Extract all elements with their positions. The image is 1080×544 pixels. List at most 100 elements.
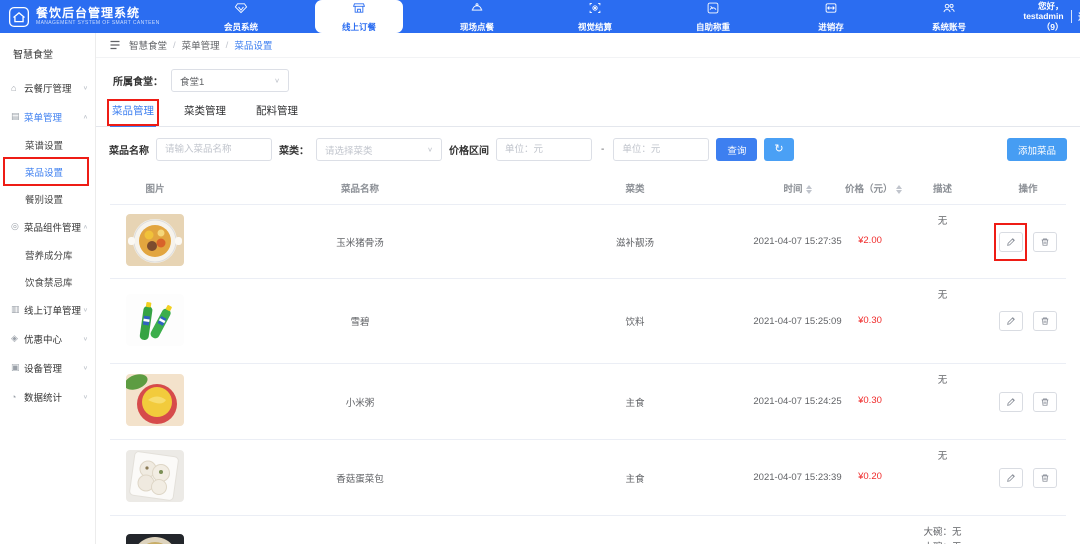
main-content: 智慧食堂 / 菜单管理 / 菜品设置 所属食堂： 食堂1 ∨ 菜品管理 菜类管理… <box>96 33 1080 544</box>
sidebar-item-diet-taboo-library[interactable]: 饮食禁忌库 <box>0 268 95 295</box>
dish-time: 2021-04-07 15:21:58 <box>750 516 845 544</box>
collapse-menu-icon[interactable] <box>109 39 121 51</box>
sidebar-item-device-mgmt[interactable]: ▣ 设备管理 ∨ <box>0 353 95 382</box>
top-header: 餐饮后台管理系统 MANAGEMENT SYSTEM OF SMART CANT… <box>0 0 1080 33</box>
table-header-row: 图片 菜品名称 菜类 时间 价格（元） 描述 操作 <box>110 173 1066 205</box>
discount-icon: ◈ <box>11 333 24 344</box>
dish-name: 小米粥 <box>200 364 520 440</box>
nav-membership[interactable]: 会员系统 <box>197 0 285 33</box>
price-max-input[interactable] <box>613 138 709 161</box>
chevron-down-icon: ∨ <box>427 146 433 153</box>
dish-price: ¥0.20 <box>845 440 895 516</box>
nav-onsite-ordering[interactable]: 现场点餐 <box>433 0 521 33</box>
price-range-label: 价格区间 <box>449 142 489 157</box>
components-icon: ◎ <box>11 221 24 232</box>
dish-time: 2021-04-07 15:23:39 <box>750 440 845 516</box>
delete-button[interactable] <box>1033 468 1057 488</box>
category-select[interactable]: 请选择菜类 ∨ <box>316 138 442 161</box>
sidebar: 智慧食堂 ⌂ 云餐厅管理 ∨ ▤ 菜单管理 ∧ 菜谱设置 菜品设置 餐别设置 ◎… <box>0 33 96 544</box>
search-button[interactable]: 查询 <box>716 138 757 161</box>
dish-name-label: 菜品名称 <box>109 142 149 157</box>
dish-image-steamed-buns[interactable] <box>126 450 184 502</box>
dish-price: ¥0.30 <box>845 279 895 364</box>
dish-desc: 大碗：无小碗：无 <box>895 516 990 544</box>
col-price: 价格（元） <box>845 173 895 205</box>
filter-bar: 菜品名称 菜类： 请选择菜类 ∨ 价格区间 - 查询 ↻ 添加菜品 <box>96 127 1080 171</box>
tab-category-mgmt[interactable]: 菜类管理 <box>182 101 228 126</box>
dish-price: ¥0.30 <box>845 364 895 440</box>
edit-button[interactable] <box>999 311 1023 331</box>
sort-time-icon[interactable] <box>806 185 812 194</box>
tab-ingredient-mgmt[interactable]: 配料管理 <box>254 101 300 126</box>
col-time: 时间 <box>750 173 845 205</box>
breadcrumb-current: 菜品设置 <box>234 38 272 52</box>
delete-button[interactable] <box>1033 311 1057 331</box>
sidebar-item-online-orders[interactable]: ▥ 线上订单管理 ∨ <box>0 295 95 324</box>
sidebar-item-menu-mgmt[interactable]: ▤ 菜单管理 ∧ <box>0 102 95 131</box>
nav-vision-checkout[interactable]: 视觉结算 <box>551 0 639 33</box>
col-image: 图片 <box>110 173 200 205</box>
nav-inventory[interactable]: 进销存 <box>787 0 875 33</box>
app-window: 餐饮后台管理系统 MANAGEMENT SYSTEM OF SMART CANT… <box>0 0 1080 544</box>
edit-button[interactable] <box>999 232 1023 252</box>
user-greeting-badge: （9） <box>1042 22 1064 32</box>
refresh-icon: ↻ <box>774 143 783 155</box>
delete-button[interactable] <box>1033 392 1057 412</box>
table-row: 香菇蛋菜包 主食 2021-04-07 15:23:39 ¥0.20 无 <box>110 440 1066 516</box>
col-dish-name: 菜品名称 <box>200 173 520 205</box>
add-dish-button[interactable]: 添加菜品 <box>1007 138 1067 161</box>
sidebar-item-data-stats[interactable]: ◔ 数据统计 ∨ <box>0 382 95 411</box>
canteen-logo-icon <box>8 6 30 28</box>
edit-button[interactable] <box>999 468 1023 488</box>
cloud-canteen-icon: ⌂ <box>11 83 24 93</box>
refresh-button[interactable]: ↻ <box>764 138 793 161</box>
dish-time: 2021-04-07 15:24:25 <box>750 364 845 440</box>
sidebar-item-discount-center[interactable]: ◈ 优惠中心 ∨ <box>0 324 95 353</box>
breadcrumb-link[interactable]: 菜单管理 <box>182 38 220 52</box>
nav-self-weighing[interactable]: 自助称重 <box>669 0 757 33</box>
dish-desc: 无 <box>895 364 990 440</box>
dish-category: 滋补靓汤 <box>520 516 750 544</box>
table-row: 雪碧 饮料 2021-04-07 15:25:09 ¥0.30 无 <box>110 279 1066 364</box>
sort-price-icon[interactable] <box>896 185 902 194</box>
dish-image-millet-porridge[interactable] <box>126 374 184 426</box>
dish-name: 雪碧 <box>200 279 520 364</box>
divider <box>1071 10 1072 23</box>
sidebar-item-mealtype-settings[interactable]: 餐别设置 <box>0 185 95 212</box>
online-ordering-icon <box>352 1 366 20</box>
price-min-input[interactable] <box>496 138 592 161</box>
edit-button[interactable] <box>999 392 1023 412</box>
col-description: 描述 <box>895 173 990 205</box>
app-logo: 餐饮后台管理系统 MANAGEMENT SYSTEM OF SMART CANT… <box>0 6 185 28</box>
user-greeting: 您好，testadmin （9） <box>1023 1 1064 33</box>
sidebar-item-dish-settings[interactable]: 菜品设置 <box>0 158 95 185</box>
dish-image-corn-pork-bone-soup[interactable] <box>126 214 184 266</box>
dish-category: 主食 <box>520 440 750 516</box>
dish-image-sprite-bottles[interactable] <box>126 294 184 346</box>
sidebar-item-cloud-canteen[interactable]: ⌂ 云餐厅管理 ∨ <box>0 73 95 102</box>
delete-button[interactable] <box>1033 232 1057 252</box>
tab-dish-mgmt[interactable]: 菜品管理 <box>110 101 156 127</box>
dish-name: 红枣乌鸡汤 <box>200 516 520 544</box>
canteen-selector-row: 所属食堂： 食堂1 ∨ <box>96 58 1080 101</box>
sidebar-item-nutrition-library[interactable]: 营养成分库 <box>0 241 95 268</box>
breadcrumb: 智慧食堂 / 菜单管理 / 菜品设置 <box>129 38 272 52</box>
sidebar-item-dish-components[interactable]: ◎ 菜品组件管理 ∧ <box>0 212 95 241</box>
canteen-select[interactable]: 食堂1 ∨ <box>171 69 289 92</box>
inventory-icon <box>824 1 838 20</box>
sidebar-title: 智慧食堂 <box>0 33 95 73</box>
chevron-down-icon: ∨ <box>83 84 88 90</box>
range-separator: - <box>599 144 606 155</box>
nav-system-accounts[interactable]: 系统账号 <box>905 0 993 33</box>
chevron-down-icon: ∨ <box>83 335 88 341</box>
nav-online-ordering[interactable]: 线上订餐 <box>315 0 403 33</box>
dish-desc: 无 <box>895 279 990 364</box>
chevron-up-icon: ∧ <box>83 113 88 119</box>
breadcrumb-link[interactable]: 智慧食堂 <box>129 38 167 52</box>
dish-name-input[interactable] <box>156 138 272 161</box>
dish-image-black-chicken-soup[interactable] <box>126 534 184 544</box>
breadcrumb-bar: 智慧食堂 / 菜单管理 / 菜品设置 <box>96 33 1080 58</box>
dish-time: 2021-04-07 15:27:35 <box>750 205 845 279</box>
sidebar-item-recipe-settings[interactable]: 菜谱设置 <box>0 131 95 158</box>
stats-icon: ◔ <box>11 392 24 402</box>
